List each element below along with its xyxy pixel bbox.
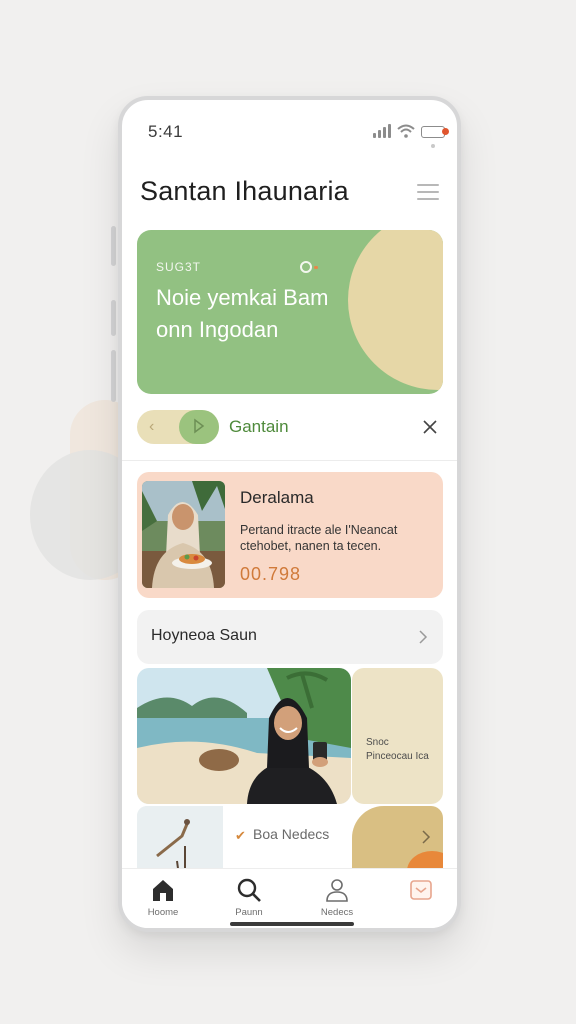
- chevron-right-icon: [419, 630, 428, 644]
- home-icon: [153, 880, 173, 901]
- profile-icon: [326, 879, 348, 902]
- hero-headline: Noie yemkai Bam onn Ingodan: [156, 282, 366, 346]
- play-icon[interactable]: [193, 418, 205, 434]
- phone-side-button: [111, 350, 116, 402]
- menu-icon[interactable]: [417, 184, 439, 202]
- list-item[interactable]: Hoyneoa Saun: [137, 610, 443, 664]
- home-indicator: [230, 922, 354, 926]
- hero-eyebrow: SUG3T: [156, 260, 202, 274]
- promo-photo: [142, 481, 225, 588]
- phone-side-button: [111, 226, 116, 266]
- hero-banner[interactable]: SUG3T Noie yemkai Bam onn Ingodan: [137, 230, 443, 394]
- record-icon: [300, 261, 318, 273]
- side-info-card[interactable]: Snoc Pinceocau Ica: [352, 668, 443, 804]
- promo-title: Deralama: [240, 488, 314, 507]
- phone-side-button: [111, 300, 116, 336]
- check-icon: ✔: [235, 828, 246, 843]
- promo-price: 00.798: [240, 564, 302, 584]
- promo-description: Pertand itracte ale I'Neancat ctehobet, …: [240, 523, 398, 553]
- beach-photo-card[interactable]: [137, 668, 351, 804]
- bottom-card[interactable]: ✔ Boa Nedecs: [137, 806, 443, 876]
- tab-label-home: Hoome: [147, 907, 179, 918]
- wifi-icon: [397, 124, 415, 138]
- bottom-card-label: Boa Nedecs: [253, 826, 330, 842]
- status-icons: [373, 124, 449, 138]
- signal-icon: [373, 124, 391, 138]
- hero-line-1: Noie yemkai Bam: [156, 285, 329, 310]
- close-icon[interactable]: [419, 416, 441, 438]
- filter-row: ‹ Gantain: [137, 408, 443, 446]
- side-card-line-1: Snoc: [366, 737, 389, 748]
- tab-label-profile: Nedecs: [320, 907, 354, 918]
- chevron-left-icon[interactable]: ‹: [149, 418, 154, 436]
- carousel-toggle[interactable]: ‹: [137, 410, 219, 444]
- calendar-icon: [410, 880, 432, 900]
- list-item-label: Hoyneoa Saun: [151, 627, 257, 644]
- page-title: Santan Ihaunaria: [140, 176, 349, 206]
- filter-label[interactable]: Gantain: [229, 417, 289, 437]
- tab-calendar[interactable]: [386, 877, 456, 928]
- tab-home[interactable]: Hoome: [128, 877, 198, 928]
- phone-frame: 5:41 Santan Ihaunaria SUG3T Noie yemkai …: [118, 96, 461, 932]
- tab-label-search: Paunn: [235, 907, 263, 918]
- battery-icon: [421, 126, 449, 138]
- side-card-line-2: Pinceocau Ica: [366, 751, 429, 762]
- search-icon: [237, 878, 261, 902]
- promo-card[interactable]: Deralama Pertand itracte ale I'Neancat c…: [137, 472, 443, 598]
- status-time: 5:41: [148, 122, 184, 141]
- chevron-right-icon[interactable]: [421, 830, 431, 844]
- bottom-photo: [137, 806, 223, 876]
- status-indicator-dot: [431, 144, 435, 148]
- hero-line-2: onn Ingodan: [156, 317, 279, 342]
- divider: [122, 460, 457, 461]
- status-bar: 5:41: [122, 100, 457, 160]
- side-card-text: Snoc Pinceocau Ica: [366, 736, 429, 764]
